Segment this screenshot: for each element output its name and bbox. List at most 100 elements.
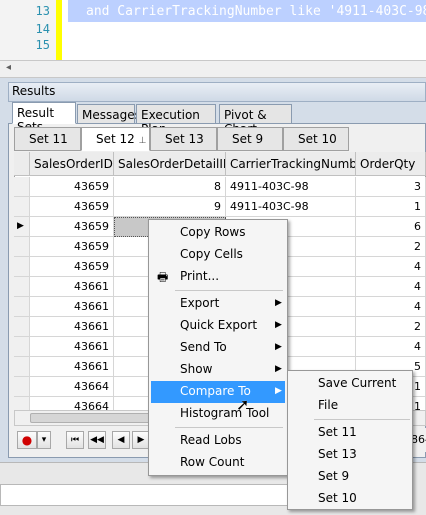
menu-print[interactable]: 🖶 Print... <box>151 266 285 288</box>
row-header[interactable] <box>14 377 30 397</box>
table-cell[interactable]: 4911-403C-98 <box>226 197 356 217</box>
grid-corner[interactable] <box>14 152 30 176</box>
menu-read-lobs[interactable]: Read Lobs <box>151 430 285 452</box>
menu-label: Quick Export <box>180 318 258 332</box>
table-cell[interactable]: 3 <box>356 177 426 197</box>
editor-horizontal-scrollbar[interactable]: ◂ <box>0 60 426 78</box>
submenu-set-13[interactable]: Set 13 <box>290 444 410 466</box>
table-cell[interactable]: 43659 <box>30 237 114 257</box>
set-tab-12-label: Set 12 <box>96 132 135 146</box>
menu-row-count[interactable]: Row Count <box>151 452 285 474</box>
menu-show[interactable]: Show ▶ <box>151 359 285 381</box>
row-header[interactable] <box>14 277 30 297</box>
table-cell[interactable]: 43659 <box>30 217 114 237</box>
menu-copy-rows[interactable]: Copy Rows <box>151 222 285 244</box>
dropdown-arrow-icon[interactable]: ▾ <box>37 431 51 449</box>
menu-label: Row Count <box>180 455 245 469</box>
grid-context-menu: Copy Rows Copy Cells 🖶 Print... Export ▶… <box>148 219 288 476</box>
status-field <box>0 484 300 506</box>
table-cell[interactable]: 43659 <box>30 177 114 197</box>
menu-quick-export[interactable]: Quick Export ▶ <box>151 315 285 337</box>
menu-separator <box>314 419 410 420</box>
first-record-icon[interactable]: ⏮ <box>66 431 84 449</box>
set-tab-9[interactable]: Set 9 <box>217 127 283 151</box>
table-cell[interactable]: 6 <box>356 217 426 237</box>
line-number: 13 <box>35 4 50 18</box>
results-title: Results <box>12 84 56 98</box>
column-header-carriertrackingnumber[interactable]: CarrierTrackingNumber <box>226 152 356 176</box>
menu-copy-cells[interactable]: Copy Cells <box>151 244 285 266</box>
table-cell[interactable]: 43661 <box>30 297 114 317</box>
submenu-arrow-icon: ▶ <box>275 320 282 330</box>
printer-icon: 🖶 <box>157 270 169 284</box>
table-cell[interactable]: 43659 <box>30 197 114 217</box>
menu-label: Export <box>180 296 220 310</box>
menu-label: Send To <box>180 340 227 354</box>
table-cell[interactable]: 9 <box>114 197 226 217</box>
row-header[interactable] <box>14 297 30 317</box>
previous-page-icon[interactable]: ◀◀ <box>88 431 106 449</box>
menu-export[interactable]: Export ▶ <box>151 293 285 315</box>
submenu-set-10[interactable]: Set 10 <box>290 488 410 510</box>
pin-icon[interactable]: ⊥ <box>139 136 147 146</box>
menu-label: Print... <box>180 269 220 283</box>
menu-label: File <box>318 398 339 412</box>
menu-histogram-tool[interactable]: Histogram Tool <box>151 403 285 425</box>
table-cell[interactable]: 4 <box>356 277 426 297</box>
table-cell[interactable]: 43661 <box>30 337 114 357</box>
table-cell[interactable]: 4 <box>356 337 426 357</box>
record-icon[interactable]: ● <box>17 431 37 449</box>
sql-text[interactable]: and CarrierTrackingNumber like '4911-403… <box>86 4 426 19</box>
previous-record-icon[interactable]: ◀ <box>112 431 130 449</box>
tab-result-sets[interactable]: Result Sets <box>12 102 76 134</box>
tab-execution-plan[interactable]: Execution Plan <box>136 104 216 136</box>
line-number: 15 <box>35 38 50 52</box>
menu-separator <box>175 427 283 428</box>
menu-label: Show <box>180 362 213 376</box>
row-header[interactable] <box>14 177 30 197</box>
submenu-set-9[interactable]: Set 9 <box>290 466 410 488</box>
table-cell[interactable]: 43661 <box>30 317 114 337</box>
tab-pivot-chart[interactable]: Pivot & Chart <box>219 104 292 136</box>
row-header[interactable] <box>14 357 30 377</box>
table-cell[interactable]: 4 <box>356 297 426 317</box>
column-header-salesorderdetailid[interactable]: SalesOrderDetailID <box>114 152 226 176</box>
table-cell[interactable]: 43664 <box>30 377 114 397</box>
table-cell[interactable]: 8 <box>114 177 226 197</box>
submenu-save-current[interactable]: Save Current <box>290 373 410 395</box>
menu-label: Set 11 <box>318 425 357 439</box>
menu-compare-to[interactable]: Compare To ▶ <box>151 381 285 403</box>
menu-send-to[interactable]: Send To ▶ <box>151 337 285 359</box>
row-header[interactable] <box>14 337 30 357</box>
set-tab-13[interactable]: Set 13 <box>150 127 217 151</box>
set-tab-11[interactable]: Set 11 <box>14 127 81 151</box>
row-header[interactable] <box>14 197 30 217</box>
set-tab-12[interactable]: Set 12 ⊥ <box>81 127 150 151</box>
set-tab-10[interactable]: Set 10 <box>283 127 349 151</box>
table-cell[interactable]: 1 <box>356 197 426 217</box>
table-cell[interactable]: 4911-403C-98 <box>226 177 356 197</box>
tab-messages[interactable]: Messages <box>77 104 141 124</box>
submenu-file[interactable]: File <box>290 395 410 417</box>
row-header[interactable] <box>14 317 30 337</box>
row-header[interactable]: ▶ <box>14 217 30 237</box>
table-cell[interactable]: 43661 <box>30 277 114 297</box>
table-cell[interactable]: 43661 <box>30 357 114 377</box>
table-row[interactable]: 43659 8 4911-403C-98 3 <box>14 177 426 197</box>
menu-label: Save Current <box>318 376 397 390</box>
row-header[interactable] <box>14 237 30 257</box>
change-marker-bar <box>56 0 62 60</box>
column-header-orderqty[interactable]: OrderQty <box>356 152 426 176</box>
menu-label: Set 13 <box>318 447 357 461</box>
scroll-left-icon[interactable]: ◂ <box>6 62 11 73</box>
submenu-set-11[interactable]: Set 11 <box>290 422 410 444</box>
submenu-arrow-icon: ▶ <box>275 342 282 352</box>
table-cell[interactable]: 2 <box>356 237 426 257</box>
table-cell[interactable]: 4 <box>356 257 426 277</box>
record-count: 864 <box>411 433 426 446</box>
column-header-salesorderid[interactable]: SalesOrderID <box>30 152 114 176</box>
row-header[interactable] <box>14 257 30 277</box>
table-row[interactable]: 43659 9 4911-403C-98 1 <box>14 197 426 217</box>
table-cell[interactable]: 43659 <box>30 257 114 277</box>
table-cell[interactable]: 2 <box>356 317 426 337</box>
